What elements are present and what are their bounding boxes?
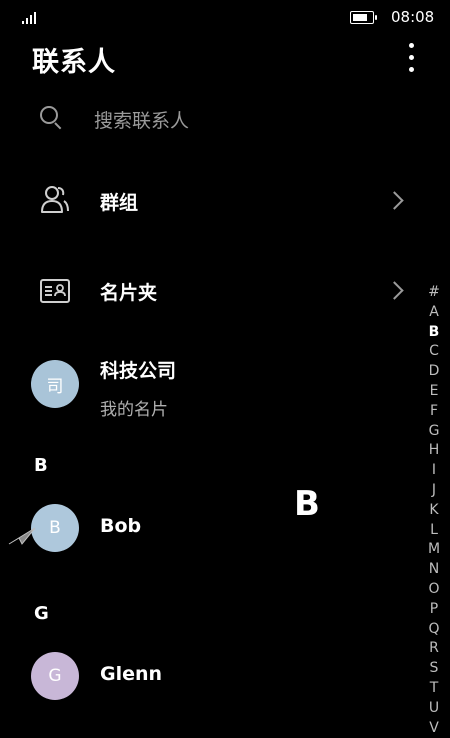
alphabet-index-bar[interactable]: # A B C D E F G H I J K L M N O P Q R S T U V: [424, 283, 444, 738]
status-time: 08:08: [391, 8, 435, 26]
alphabet-index-letter[interactable]: L: [424, 521, 444, 541]
alphabet-index-letter[interactable]: P: [424, 600, 444, 620]
business-cards-row[interactable]: 名片夹: [0, 260, 420, 320]
search-input[interactable]: 搜索联系人: [0, 96, 420, 142]
shortcut-label-groups: 群组: [100, 192, 139, 214]
alphabet-index-letter[interactable]: C: [424, 342, 444, 362]
my-card-name: 科技公司: [100, 360, 177, 382]
alphabet-index-letter[interactable]: H: [424, 441, 444, 461]
status-bar: 08:08: [0, 0, 450, 34]
search-icon: [40, 106, 58, 124]
section-header-b: B: [34, 455, 48, 476]
contact-name: Glenn: [100, 663, 163, 685]
alphabet-index-letter[interactable]: F: [424, 402, 444, 422]
my-card-row[interactable]: 司 科技公司 我的名片: [0, 350, 420, 420]
alphabet-index-letter[interactable]: T: [424, 679, 444, 699]
alphabet-index-letter[interactable]: U: [424, 699, 444, 719]
group-icon: [41, 186, 69, 213]
alphabet-index-letter[interactable]: V: [424, 719, 444, 738]
contact-name: Bob: [100, 515, 142, 537]
groups-row[interactable]: 群组: [0, 170, 420, 230]
battery-icon: [350, 11, 377, 24]
alphabet-index-letter[interactable]: K: [424, 501, 444, 521]
alphabet-index-letter[interactable]: #: [424, 283, 444, 303]
alphabet-index-letter[interactable]: G: [424, 422, 444, 442]
alphabet-index-letter[interactable]: B: [424, 323, 444, 343]
page-title: 联系人: [32, 47, 116, 78]
alphabet-index-letter[interactable]: Q: [424, 620, 444, 640]
more-vertical-icon[interactable]: [400, 40, 424, 76]
alphabet-index-letter[interactable]: J: [424, 481, 444, 501]
chevron-right-icon: [385, 191, 404, 210]
avatar: G: [31, 652, 79, 700]
alphabet-index-letter[interactable]: A: [424, 303, 444, 323]
section-header-g: G: [34, 603, 49, 624]
avatar: 司: [31, 360, 79, 408]
alphabet-index-letter[interactable]: O: [424, 580, 444, 600]
alphabet-index-letter[interactable]: M: [424, 540, 444, 560]
alphabet-index-letter[interactable]: D: [424, 362, 444, 382]
alphabet-index-letter[interactable]: N: [424, 560, 444, 580]
alphabet-index-letter[interactable]: R: [424, 639, 444, 659]
alphabet-index-letter[interactable]: I: [424, 461, 444, 481]
business-card-icon: [40, 279, 70, 303]
alphabet-index-letter[interactable]: E: [424, 382, 444, 402]
index-overlay-letter: B: [294, 484, 320, 524]
contact-row-glenn[interactable]: G Glenn: [0, 648, 420, 708]
search-placeholder: 搜索联系人: [94, 110, 190, 132]
avatar: B: [31, 504, 79, 552]
signal-icon: [22, 10, 40, 24]
shortcut-label-cards: 名片夹: [100, 282, 158, 304]
cursor-pointer-icon: [8, 527, 36, 545]
my-card-subtitle: 我的名片: [100, 400, 168, 420]
chevron-right-icon: [385, 281, 404, 300]
alphabet-index-letter[interactable]: S: [424, 659, 444, 679]
contact-row-bob[interactable]: B Bob: [0, 500, 420, 560]
